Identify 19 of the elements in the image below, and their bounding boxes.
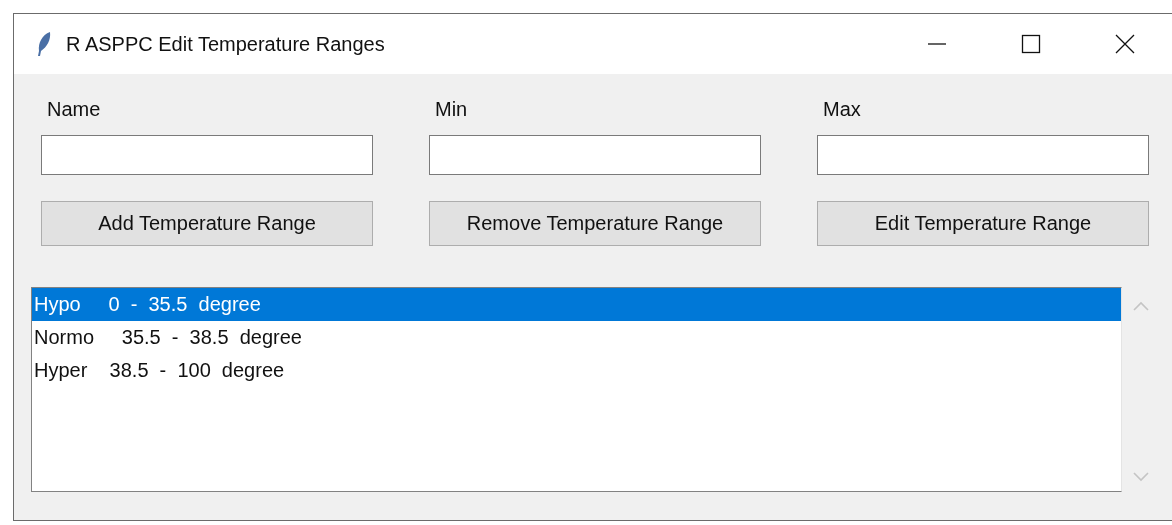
- action-button[interactable]: Remove Temperature Range: [429, 201, 761, 246]
- feather-icon: [36, 31, 52, 57]
- field-label: Name: [47, 98, 102, 122]
- field-label: Min: [435, 98, 469, 122]
- minimize-icon: [927, 43, 947, 45]
- close-icon: [1114, 33, 1136, 55]
- input-field[interactable]: [817, 135, 1149, 175]
- maximize-icon: [1020, 33, 1042, 55]
- window-title: R ASPPC Edit Temperature Ranges: [66, 32, 386, 56]
- action-button[interactable]: Add Temperature Range: [41, 201, 373, 246]
- field-label: Max: [823, 98, 862, 122]
- action-button[interactable]: Edit Temperature Range: [817, 201, 1149, 246]
- list-item[interactable]: Hyper 38.5 - 100 degree: [32, 354, 1121, 387]
- scroll-down-icon[interactable]: [1133, 472, 1149, 482]
- list-item[interactable]: Hypo 0 - 35.5 degree: [32, 288, 1121, 321]
- input-field[interactable]: [41, 135, 373, 175]
- input-field[interactable]: [429, 135, 761, 175]
- list-item[interactable]: Normo 35.5 - 38.5 degree: [32, 321, 1121, 354]
- scroll-up-icon[interactable]: [1133, 301, 1149, 311]
